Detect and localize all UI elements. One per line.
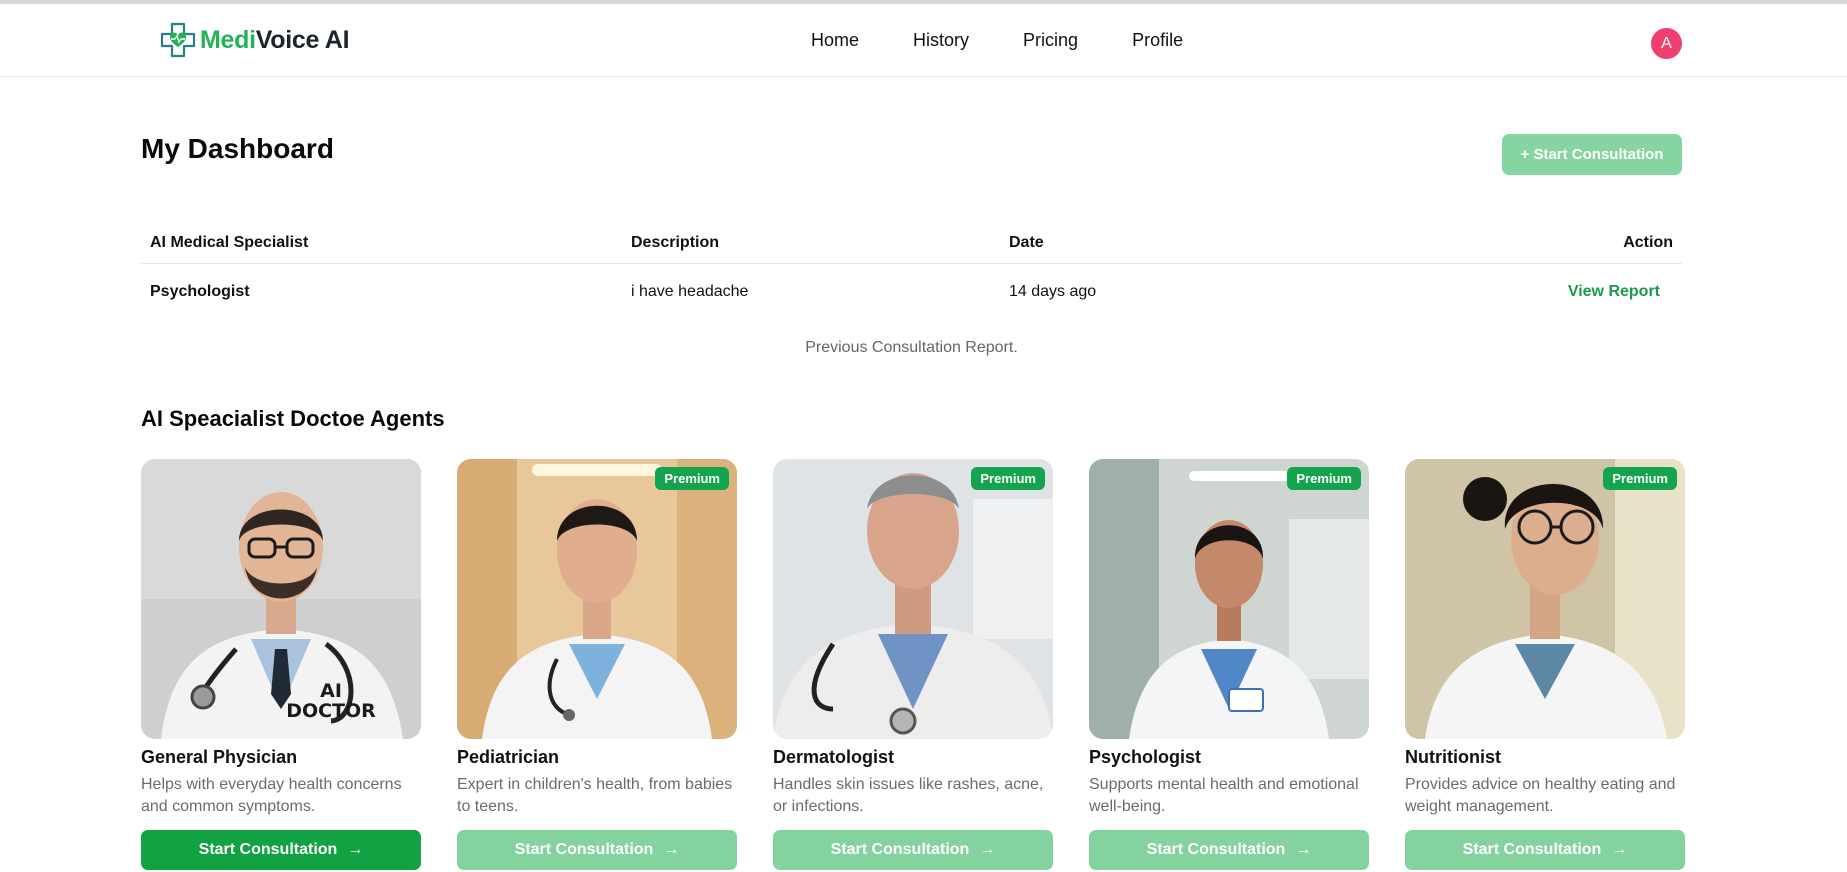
doctor-photo: Premium — [773, 459, 1053, 739]
arrow-right-icon: → — [979, 841, 996, 858]
premium-badge: Premium — [1287, 467, 1361, 490]
consultation-table: AI Medical Specialist Description Date A… — [141, 226, 1682, 356]
start-consultation-button[interactable]: + Start Consultation — [1502, 134, 1682, 175]
doctor-photo: Premium — [1405, 459, 1685, 739]
cell-date: 14 days ago — [1009, 283, 1097, 300]
arrow-right-icon: → — [1295, 841, 1312, 858]
agent-description: Expert in children's health, from babies… — [457, 776, 733, 815]
agent-card-general-physician: AI DOCTOR General Physician Helps with ev… — [141, 459, 421, 870]
main-nav: Home History Pricing Profile — [811, 30, 1237, 51]
agent-card-nutritionist: Premium Nutritionist Provides advice on … — [1405, 459, 1685, 870]
agent-card-dermatologist: Premium Dermatologist Handles skin issue… — [773, 459, 1053, 870]
button-label: Start Consultation — [830, 841, 970, 858]
button-label: Start Consultation — [514, 841, 654, 858]
header-description: Description — [631, 234, 720, 251]
table-header: AI Medical Specialist Description Date A… — [141, 226, 1682, 264]
medical-cross-icon — [160, 22, 196, 58]
header-specialist: AI Medical Specialist — [150, 234, 309, 251]
header-date: Date — [1009, 234, 1044, 251]
agent-name: Nutritionist — [1405, 747, 1501, 767]
agent-description: Helps with everyday health concerns and … — [141, 776, 402, 815]
button-label: Start Consultation — [1462, 841, 1602, 858]
start-consultation-nutritionist[interactable]: Start Consultation → — [1405, 830, 1685, 870]
navbar: MediVoice AI Home History Pricing Profil… — [0, 4, 1847, 77]
agent-name: General Physician — [141, 747, 298, 767]
arrow-right-icon: → — [663, 841, 680, 858]
doctor-photo: AI DOCTOR — [141, 459, 421, 739]
doctor-photo: Premium — [1089, 459, 1369, 739]
view-report-link[interactable]: View Report — [1568, 283, 1660, 301]
start-consultation-dermatologist[interactable]: Start Consultation → — [773, 830, 1053, 870]
agent-card-pediatrician: Premium Pediatrician Expert in children'… — [457, 459, 737, 870]
table-caption: Previous Consultation Report. — [805, 339, 1018, 356]
agent-description: Handles skin issues like rashes, acne, o… — [773, 776, 1044, 815]
premium-badge: Premium — [655, 467, 729, 490]
button-label: Start Consultation — [1146, 841, 1286, 858]
button-label: Start Consultation — [198, 841, 338, 858]
premium-badge: Premium — [1603, 467, 1677, 490]
agent-name: Pediatrician — [457, 747, 560, 767]
brand-name: MediVoice AI — [200, 25, 350, 54]
page-title: My Dashboard — [141, 133, 334, 164]
brand-logo[interactable]: MediVoice AI — [158, 20, 350, 60]
doctor-photo: Premium — [457, 459, 737, 739]
nav-history[interactable]: History — [913, 30, 969, 51]
cell-specialist: Psychologist — [150, 283, 250, 300]
premium-badge: Premium — [971, 467, 1045, 490]
start-consultation-pediatrician[interactable]: Start Consultation → — [457, 830, 737, 870]
agent-name: Dermatologist — [773, 747, 895, 767]
arrow-right-icon: → — [1611, 841, 1628, 858]
table-row: Psychologist i have headache 14 days ago… — [141, 264, 1682, 320]
agent-description: Supports mental health and emotional wel… — [1089, 776, 1359, 815]
agents-section-title: AI Speacialist Doctoe Agents — [141, 406, 445, 431]
coat-print-text: AI DOCTOR — [286, 680, 376, 722]
agent-name: Psychologist — [1089, 747, 1202, 767]
header-action: Action — [1623, 234, 1673, 251]
cell-description: i have headache — [631, 283, 749, 300]
nav-home[interactable]: Home — [811, 30, 859, 51]
agent-card-psychologist: Premium Psychologist Supports mental hea… — [1089, 459, 1369, 870]
start-consultation-general-physician[interactable]: Start Consultation → — [141, 830, 421, 870]
agent-description: Provides advice on healthy eating and we… — [1405, 776, 1676, 815]
nav-profile[interactable]: Profile — [1132, 30, 1183, 51]
start-consultation-psychologist[interactable]: Start Consultation → — [1089, 830, 1369, 870]
nav-pricing[interactable]: Pricing — [1023, 30, 1078, 51]
arrow-right-icon: → — [347, 841, 364, 858]
user-avatar[interactable]: A — [1651, 28, 1682, 59]
